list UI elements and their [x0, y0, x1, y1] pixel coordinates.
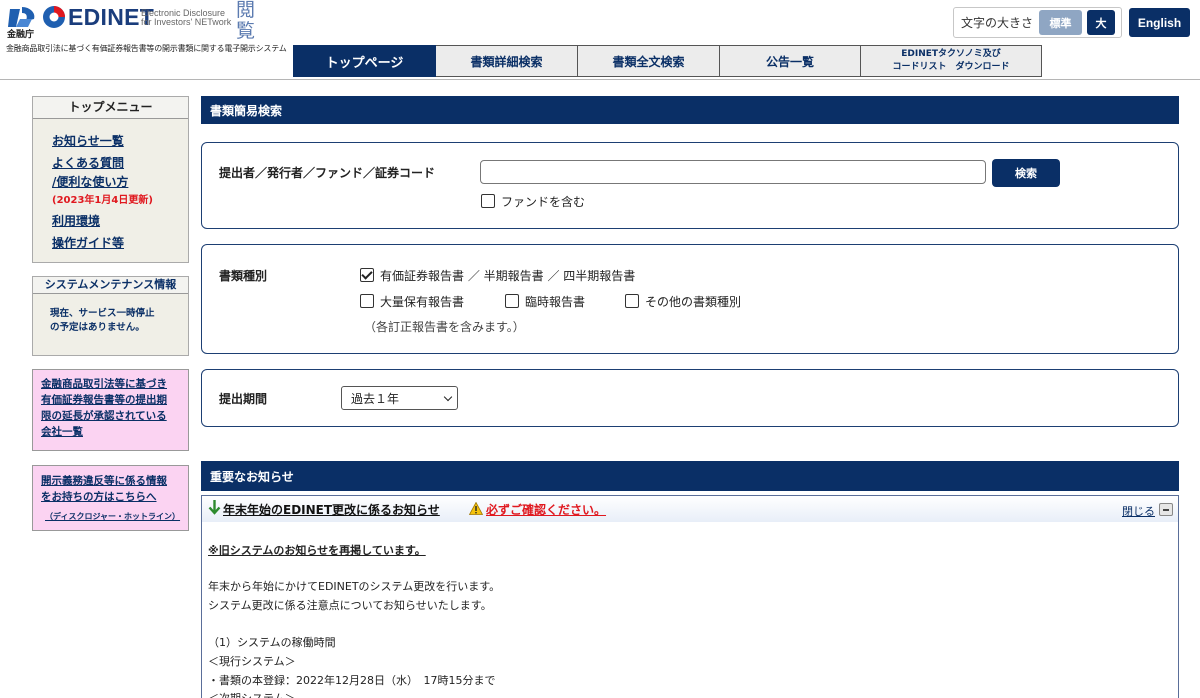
menu-link-notices[interactable]: お知らせ一覧: [52, 132, 124, 149]
notice-box: 年末年始のEDINET更改に係るお知らせ 必ずご確認ください。 閉じる ※旧シス…: [201, 495, 1179, 698]
warning-icon: [469, 502, 483, 515]
tab-detailed-search[interactable]: 書類詳細検索: [436, 45, 578, 77]
fsa-text: 金融庁: [7, 30, 35, 40]
doctype-note: （各訂正報告書を含みます。）: [364, 320, 525, 334]
notice-line: 年末から年始にかけてEDINETのシステム更改を行います。: [208, 580, 501, 593]
tab-top-page[interactable]: トップページ: [293, 45, 436, 77]
edinet-subtitle: Electronic Disclosure for Investors' NET…: [141, 9, 231, 27]
doctype-panel: 書類種別 有価証券報告書 ／ 半期報告書 ／ 四半期報告書 大量保有報告書 臨時…: [201, 244, 1179, 354]
doctype-extraordinary-label: 臨時報告書: [525, 295, 586, 309]
chevron-down-icon: [443, 392, 453, 402]
edinet-logo[interactable]: EDINET: [42, 4, 154, 30]
maintenance-line: の予定はありません。: [50, 322, 145, 333]
extension-line: 有価証券報告書等の提出期: [41, 394, 167, 406]
english-button[interactable]: English: [1129, 8, 1190, 37]
header: 金融庁 EDINET Electronic Disclosure for Inv…: [0, 0, 1200, 80]
menu-link-guides[interactable]: 操作ガイド等: [52, 234, 124, 251]
submitter-search-input[interactable]: [480, 160, 986, 184]
notice-line: ＜現行システム＞: [208, 655, 296, 668]
extension-approved-link[interactable]: 金融商品取引法等に基づき 有価証券報告書等の提出期 限の延長が承認されている 会…: [32, 369, 189, 451]
edinet-mark-icon: [43, 6, 65, 28]
period-selected-value: 過去１年: [351, 391, 400, 406]
main-nav: トップページ 書類詳細検索 書類全文検索 公告一覧 EDINETタクソノミ及び …: [293, 45, 1042, 77]
tagline: 金融商品取引法に基づく有価証券報告書等の開示書類に関する電子開示システム: [6, 44, 287, 53]
font-size-selector: 文字の大きさ 標準 大: [953, 7, 1122, 38]
notice-close-link[interactable]: 閉じる: [1122, 503, 1155, 519]
doctype-securities-report-checkbox[interactable]: [360, 268, 374, 282]
search-section-title: 書類簡易検索: [201, 96, 1179, 124]
period-panel: 提出期間 過去１年: [201, 369, 1179, 427]
notice-line: （1）システムの稼働時間: [208, 636, 336, 649]
tab-public-notices[interactable]: 公告一覧: [720, 45, 861, 77]
maintenance-text: 現在、サービス一時停止 の予定はありません。: [33, 294, 188, 335]
hotline-line: 開示義務違反等に係る情報: [41, 475, 167, 487]
doctype-securities-report-label: 有価証券報告書 ／ 半期報告書 ／ 四半期報告書: [380, 269, 636, 283]
menu-link-tips[interactable]: /便利な使い方: [52, 173, 128, 190]
extension-line: 金融商品取引法等に基づき: [41, 378, 167, 390]
collapse-icon[interactable]: [1159, 503, 1173, 516]
disclosure-hotline-link[interactable]: 開示義務違反等に係る情報 をお持ちの方はこちらへ （ディスクロジャー・ホットライ…: [32, 465, 189, 531]
menu-link-environment[interactable]: 利用環境: [52, 212, 100, 229]
arrow-down-icon: [208, 500, 221, 515]
tab-taxonomy-line2: コードリスト ダウンロード: [892, 62, 1010, 72]
font-size-label: 文字の大きさ: [961, 16, 1034, 30]
hotline-small: （ディスクロジャー・ホットライン）: [45, 512, 181, 521]
menu-updated-note: (2023年1月4日更新): [52, 195, 153, 206]
doctype-other-label: その他の書類種別: [645, 295, 742, 309]
top-menu: トップメニュー お知らせ一覧 よくある質問 /便利な使い方 (2023年1月4日…: [32, 96, 189, 263]
extension-line: 会社一覧: [41, 426, 83, 438]
notice-section-title: 重要なお知らせ: [201, 461, 1179, 491]
maintenance-title: システムメンテナンス情報: [33, 277, 188, 294]
tab-taxonomy-download[interactable]: EDINETタクソノミ及び コードリスト ダウンロード: [861, 45, 1042, 77]
tab-taxonomy-line1: EDINETタクソノミ及び: [901, 49, 1001, 59]
search-button[interactable]: 検索: [992, 159, 1060, 187]
browse-kanji: 閲覧: [236, 0, 256, 42]
notice-line: システム更改に係る注意点についてお知らせいたします。: [208, 599, 492, 612]
submitter-label: 提出者／発行者／ファンド／証券コード: [219, 166, 436, 180]
edinet-subtitle-line2: for Investors' NETwork: [141, 17, 232, 27]
font-size-normal-button[interactable]: 標準: [1039, 10, 1083, 35]
doctype-label: 書類種別: [219, 269, 268, 283]
doctype-large-holding-label: 大量保有報告書: [380, 295, 465, 309]
notice-warning-link[interactable]: 必ずご確認ください。: [486, 501, 606, 518]
maintenance-box: システムメンテナンス情報 現在、サービス一時停止 の予定はありません。: [32, 276, 189, 356]
hotline-line: をお持ちの方はこちらへ: [41, 491, 157, 503]
notice-header: 年末年始のEDINET更改に係るお知らせ 必ずご確認ください。 閉じる: [202, 496, 1178, 522]
notice-line: ＜次期システム＞: [208, 690, 296, 698]
tab-fulltext-search[interactable]: 書類全文検索: [578, 45, 720, 77]
doctype-extraordinary-checkbox[interactable]: [505, 294, 519, 308]
include-fund-label: ファンドを含む: [501, 195, 586, 209]
top-menu-title: トップメニュー: [33, 97, 188, 119]
menu-link-faq[interactable]: よくある質問: [52, 154, 124, 171]
maintenance-line: 現在、サービス一時停止: [50, 308, 155, 319]
notice-line: ・書類の本登録：2022年12月28日（水） 17時15分まで: [208, 674, 496, 687]
period-label: 提出期間: [219, 392, 268, 406]
submitter-panel: 提出者／発行者／ファンド／証券コード 検索 ファンドを含む: [201, 142, 1179, 229]
doctype-other-checkbox[interactable]: [625, 294, 639, 308]
include-fund-checkbox[interactable]: [481, 194, 495, 208]
font-size-large-button[interactable]: 大: [1087, 10, 1116, 35]
extension-line: 限の延長が承認されている: [41, 410, 167, 422]
notice-line: ※旧システムのお知らせを再掲しています。: [208, 544, 426, 557]
notice-title-link[interactable]: 年末年始のEDINET更改に係るお知らせ: [223, 501, 440, 518]
period-select[interactable]: 過去１年: [341, 386, 458, 410]
doctype-large-holding-checkbox[interactable]: [360, 294, 374, 308]
